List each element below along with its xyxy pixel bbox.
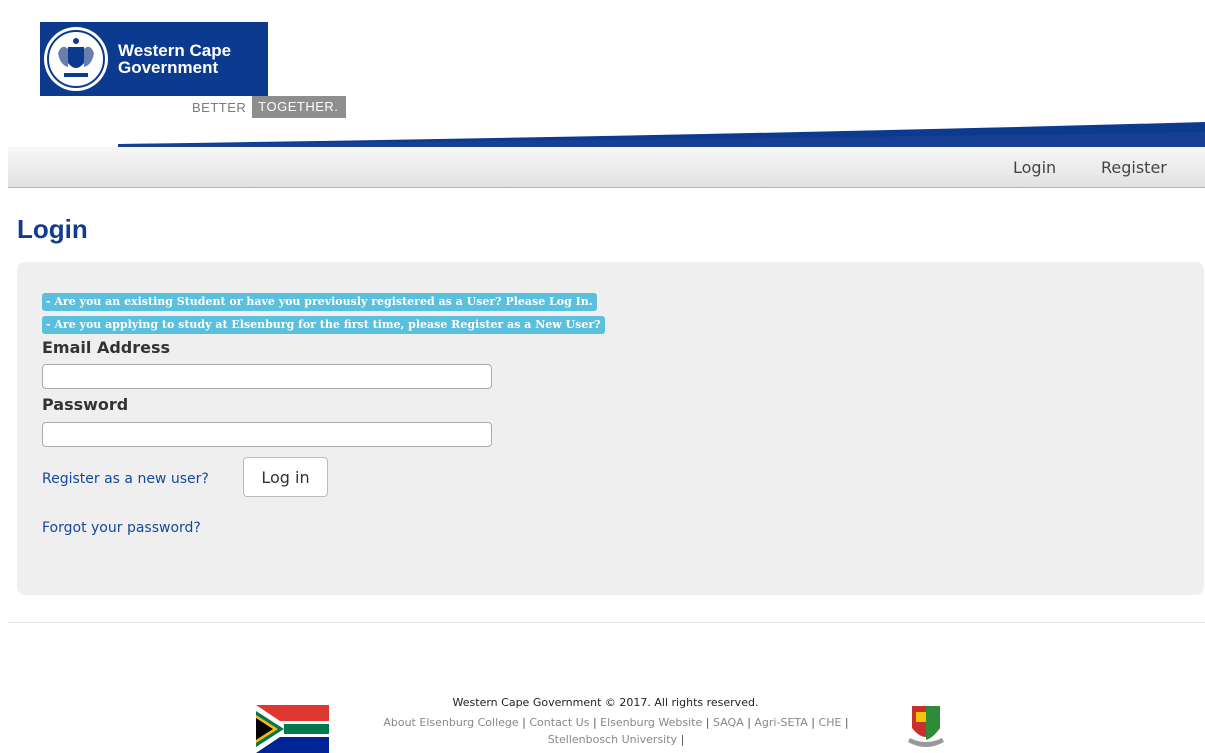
notice-existing-user: - Are you an existing Student or have yo… bbox=[42, 293, 597, 311]
footer-link-che[interactable]: CHE bbox=[819, 716, 842, 729]
org-name-line1: Western Cape bbox=[118, 41, 232, 60]
notice-new-user: - Are you applying to study at Elsenburg… bbox=[42, 316, 605, 334]
footer-link-about[interactable]: About Elsenburg College bbox=[383, 716, 518, 729]
footer-link-agri-seta[interactable]: Agri-SETA bbox=[754, 716, 807, 729]
footer-link-stellenbosch[interactable]: Stellenbosch University bbox=[548, 733, 677, 746]
footer-separator: | bbox=[844, 716, 849, 729]
footer-link-elsenburg-website[interactable]: Elsenburg Website bbox=[600, 716, 702, 729]
footer-link-saqa[interactable]: SAQA bbox=[713, 716, 744, 729]
tagline: BETTER TOGETHER. bbox=[182, 96, 347, 118]
email-field[interactable] bbox=[42, 364, 492, 389]
south-africa-flag-icon bbox=[256, 705, 329, 753]
login-button[interactable]: Log in bbox=[243, 457, 328, 497]
page-title: Login bbox=[17, 214, 88, 244]
elsenburg-crest-icon bbox=[908, 706, 944, 747]
tagline-better: BETTER bbox=[192, 99, 247, 115]
footer-separator: | bbox=[680, 733, 685, 746]
footer-separator: | bbox=[811, 716, 816, 729]
footer-copyright: Western Cape Government © 2017. All righ… bbox=[452, 696, 759, 709]
password-field[interactable] bbox=[42, 422, 492, 447]
header-swoosh bbox=[118, 122, 1205, 148]
coat-of-arms-icon bbox=[44, 27, 108, 91]
forgot-password-link[interactable]: Forgot your password? bbox=[42, 520, 201, 536]
nav-login-link[interactable]: Login bbox=[1013, 158, 1056, 177]
footer-separator: | bbox=[705, 716, 710, 729]
site-header: Western Cape Government BETTER TOGETHER.… bbox=[0, 0, 1205, 188]
tagline-together: TOGETHER. bbox=[252, 96, 347, 118]
footer-link-contact[interactable]: Contact Us bbox=[529, 716, 589, 729]
footer-separator: | bbox=[522, 716, 526, 729]
footer-separator: | bbox=[592, 716, 597, 729]
footer-divider bbox=[8, 622, 1205, 623]
footer-links: About Elsenburg College | Contact Us | E… bbox=[336, 714, 896, 748]
password-label: Password bbox=[42, 395, 129, 414]
footer-separator: | bbox=[747, 716, 751, 729]
nav-register-link[interactable]: Register bbox=[1101, 158, 1167, 177]
wcg-logo[interactable]: Western Cape Government bbox=[40, 22, 268, 96]
org-name-line2: Government bbox=[118, 58, 219, 77]
top-navbar: Login Register bbox=[8, 147, 1205, 188]
register-new-user-link[interactable]: Register as a new user? bbox=[42, 471, 209, 487]
email-label: Email Address bbox=[42, 338, 171, 357]
